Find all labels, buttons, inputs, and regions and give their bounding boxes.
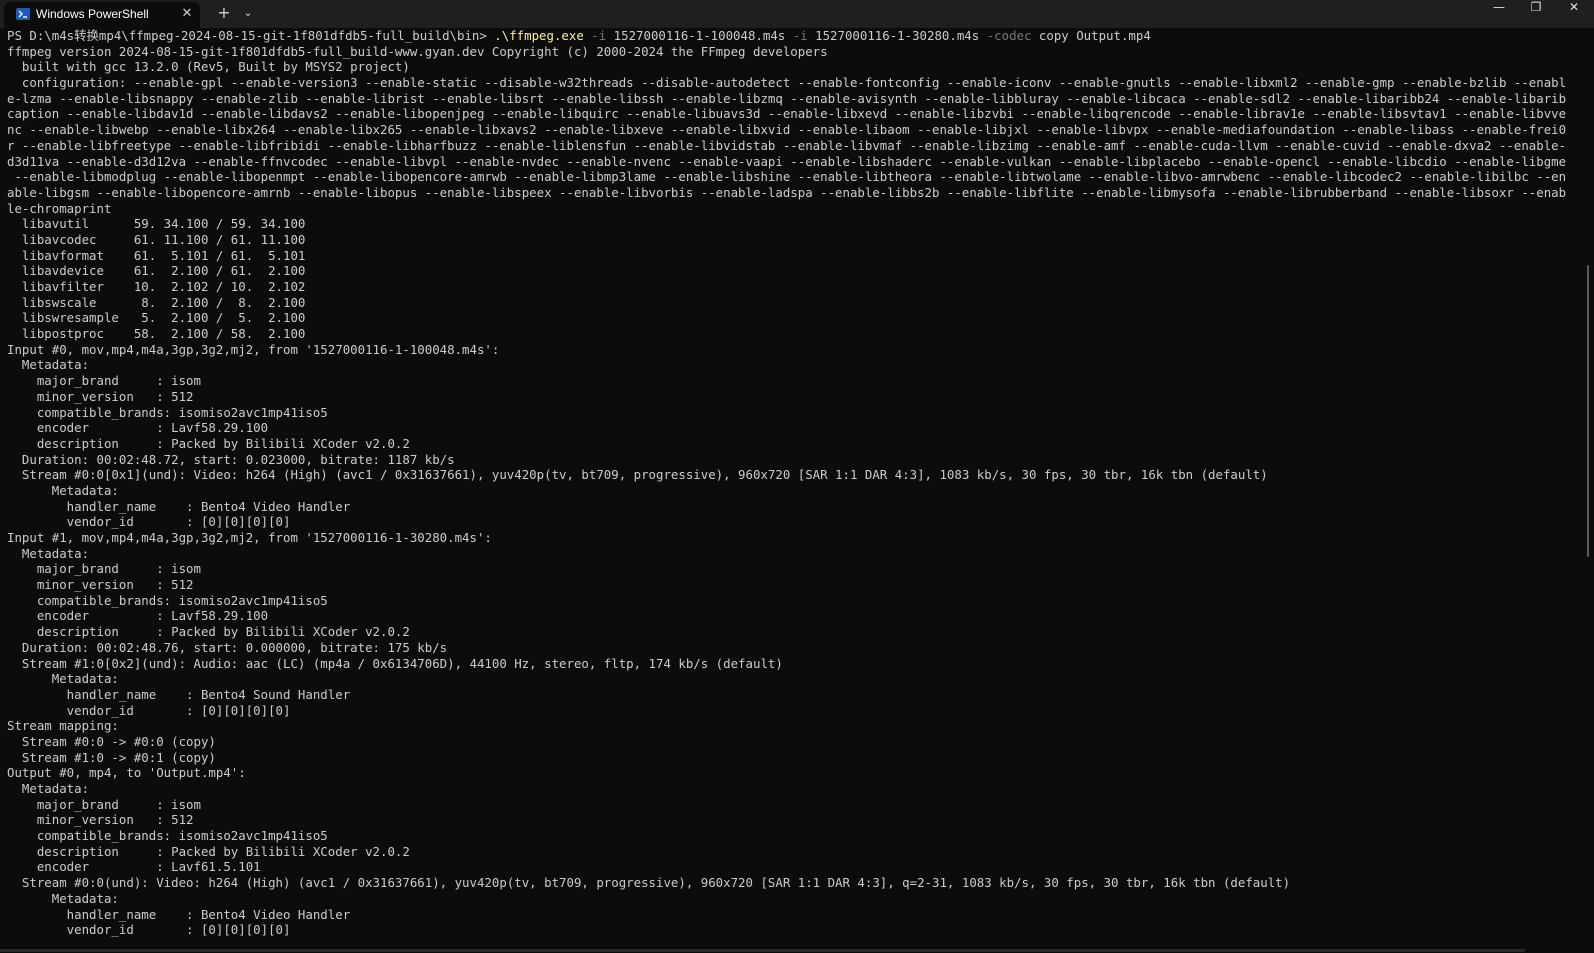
prompt: PS D:\m4s转换mp4\ffmpeg-2024-08-15-git-1f8… [7,28,495,43]
output-line: Metadata: [7,671,119,687]
output-line: Stream mapping: [7,718,119,734]
command-flag: -codec [979,28,1032,43]
output-line: vendor_id : [0][0][0][0] [7,702,291,718]
output-line: description : Packed by Bilibili XCoder … [7,435,410,451]
close-window-button[interactable]: ✕ [1555,0,1593,14]
output-line: configuration: --enable-gpl --enable-ver… [7,75,1567,91]
output-line: Stream #1:0[0x2](und): Audio: aac (LC) (… [7,655,783,671]
command-flag: -i [785,28,808,43]
output-line: major_brand : isom [7,373,201,389]
close-tab-icon[interactable]: ✕ [178,5,196,23]
output-line: compatible_brands: isomiso2avc1mp41iso5 [7,404,328,420]
powershell-window: Windows PowerShell ✕ + ⌄ — ❐ ✕ PS D:\m4s… [0,0,1594,953]
scrollbar-thumb[interactable] [1587,265,1589,557]
output-line: libavformat 61. 5.101 / 61. 5.101 [7,247,306,263]
output-line: handler_name : Bento4 Sound Handler [7,686,351,702]
output-line: libswscale 8. 2.100 / 8. 2.100 [7,294,306,310]
output-line: Output #0, mp4, to 'Output.mp4': [7,765,246,781]
output-line: e-lzma --enable-libsnappy --enable-zlib … [7,90,1567,106]
new-tab-button[interactable]: + [214,3,234,23]
output-line: vendor_id : [0][0][0][0] [7,514,291,530]
output-line: handler_name : Bento4 Video Handler [7,906,351,922]
output-line: Metadata: [7,482,119,498]
output-line: libavdevice 61. 2.100 / 61. 2.100 [7,263,306,279]
tab-windows-powershell[interactable]: Windows PowerShell ✕ [4,2,200,28]
output-line: built with gcc 13.2.0 (Rev5, Built by MS… [7,59,410,75]
output-line: Input #0, mov,mp4,m4a,3gp,3g2,mj2, from … [7,341,500,357]
output-line: le-chromaprint [7,200,112,216]
restore-button[interactable]: ❐ [1517,0,1555,14]
output-line: compatible_brands: isomiso2avc1mp41iso5 [7,592,328,608]
output-line: Stream #1:0 -> #0:1 (copy) [7,749,216,765]
bottom-scroll-track [0,949,1525,952]
output-line: Metadata: [7,890,119,906]
output-line: Stream #0:0 -> #0:0 (copy) [7,733,216,749]
command-line: PS D:\m4s转换mp4\ffmpeg-2024-08-15-git-1f8… [7,28,1567,44]
output-line: Stream #0:0(und): Video: h264 (High) (av… [7,875,1291,891]
output-line: nc --enable-libwebp --enable-libx264 --e… [7,122,1567,138]
command-arg: copy Output.mp4 [1031,28,1151,43]
output-line: Duration: 00:02:48.76, start: 0.000000, … [7,639,448,655]
output-line: --enable-libmodplug --enable-libopenmpt … [7,169,1567,185]
output-line: libpostproc 58. 2.100 / 58. 2.100 [7,326,306,342]
output-line: minor_version : 512 [7,812,194,828]
output-line: Duration: 00:02:48.72, start: 0.023000, … [7,451,455,467]
output-line: libavcodec 61. 11.100 / 61. 11.100 [7,231,306,247]
output-line: encoder : Lavf58.29.100 [7,420,269,436]
output-line: caption --enable-libdav1d --enable-libda… [7,106,1567,122]
terminal-output[interactable]: PS D:\m4s转换mp4\ffmpeg-2024-08-15-git-1f8… [7,28,1567,948]
tab-dropdown-icon[interactable]: ⌄ [238,3,258,23]
output-line: encoder : Lavf58.29.100 [7,608,269,624]
output-line: Stream #0:0[0x1](und): Video: h264 (High… [7,467,1268,483]
title-bar: Windows PowerShell ✕ + ⌄ — ❐ ✕ [0,0,1594,28]
output-line: compatible_brands: isomiso2avc1mp41iso5 [7,828,328,844]
output-line: minor_version : 512 [7,577,194,593]
output-line: Metadata: [7,781,90,796]
minimize-button[interactable]: — [1480,0,1518,14]
command-arg: 1527000116-1-100048.m4s [606,28,786,43]
output-lines: ffmpeg version 2024-08-15-git-1f801dfdb5… [7,44,1567,938]
output-line: vendor_id : [0][0][0][0] [7,922,291,938]
output-line: handler_name : Bento4 Video Handler [7,498,351,514]
output-line: minor_version : 512 [7,388,194,404]
powershell-icon [16,8,30,20]
output-line: Metadata: [7,357,90,373]
output-line: able-libgsm --enable-libopencore-amrnb -… [7,184,1567,200]
command-arg: 1527000116-1-30280.m4s [807,28,980,43]
output-line: description : Packed by Bilibili XCoder … [7,843,410,859]
tab-title: Windows PowerShell [36,7,149,21]
output-line: libavfilter 10. 2.102 / 10. 2.102 [7,279,306,294]
output-line: r --enable-libfreetype --enable-libfribi… [7,137,1567,153]
output-line: d3d11va --enable-d3d12va --enable-ffnvco… [7,153,1567,169]
command-exe: .\ffmpeg.exe [494,28,584,43]
output-line: libavutil 59. 34.100 / 59. 34.100 [7,216,306,232]
output-line: Metadata: [7,545,90,561]
output-line: description : Packed by Bilibili XCoder … [7,624,410,640]
output-line: Input #1, mov,mp4,m4a,3gp,3g2,mj2, from … [7,530,492,545]
command-flag: -i [583,28,607,43]
output-line: major_brand : isom [7,796,201,812]
output-line: libswresample 5. 2.100 / 5. 2.100 [7,310,306,326]
output-line: encoder : Lavf61.5.101 [7,859,261,875]
output-line: ffmpeg version 2024-08-15-git-1f801dfdb5… [7,43,828,59]
output-line: major_brand : isom [7,561,201,577]
